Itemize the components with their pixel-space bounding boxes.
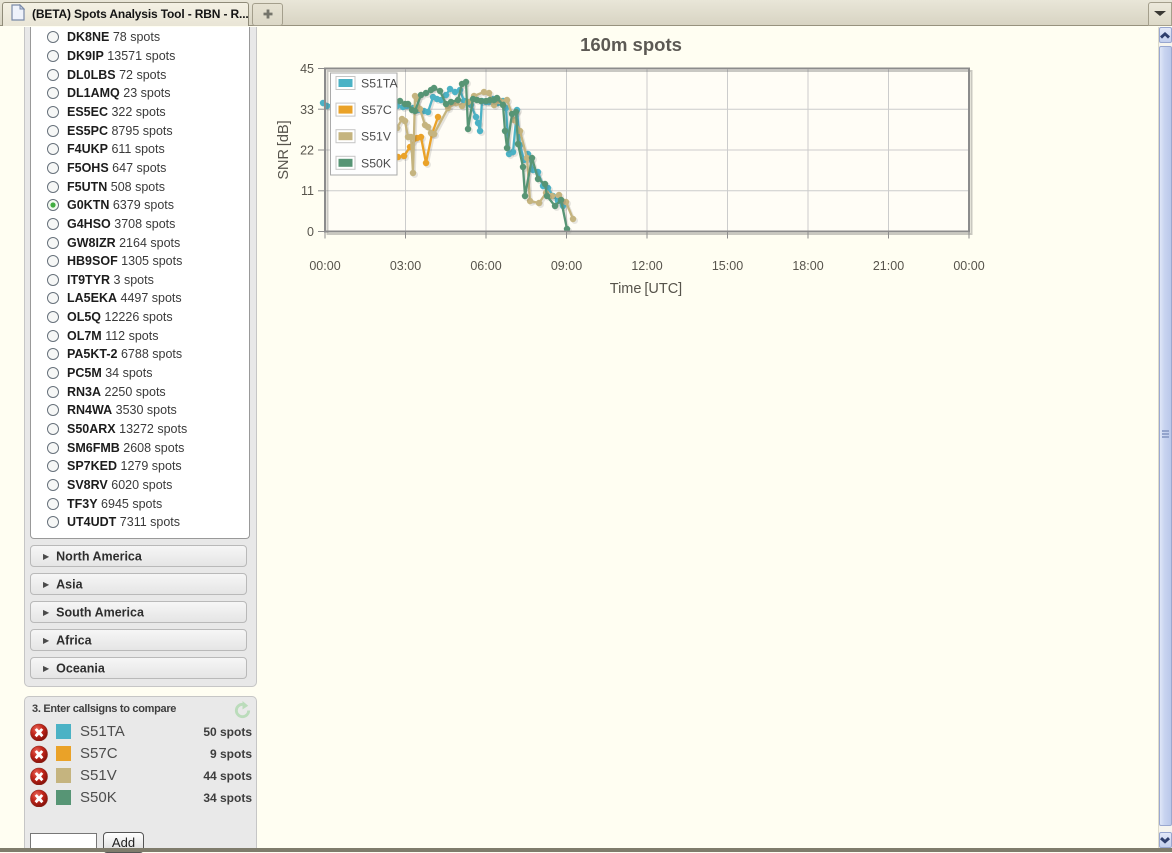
svg-text:S50K: S50K [361,156,392,170]
svg-text:00:00: 00:00 [953,259,984,273]
svg-text:06:00: 06:00 [470,259,501,273]
svg-text:160m spots: 160m spots [580,34,682,55]
svg-text:15:00: 15:00 [712,259,743,273]
svg-text:22: 22 [300,144,314,158]
svg-text:S51V: S51V [361,130,392,144]
svg-text:SNR [dB]: SNR [dB] [276,120,292,179]
svg-text:12:00: 12:00 [631,259,662,273]
svg-text:33: 33 [300,103,314,117]
svg-text:03:00: 03:00 [390,259,421,273]
svg-text:0: 0 [307,225,314,239]
svg-text:09:00: 09:00 [551,259,582,273]
svg-text:00:00: 00:00 [309,259,340,273]
svg-text:21:00: 21:00 [873,259,904,273]
svg-text:11: 11 [301,184,314,198]
svg-text:45: 45 [300,62,314,76]
svg-text:18:00: 18:00 [792,259,823,273]
svg-text:S57C: S57C [361,103,392,117]
svg-text:S51TA: S51TA [361,77,398,91]
svg-text:Time [UTC]: Time [UTC] [610,281,682,297]
